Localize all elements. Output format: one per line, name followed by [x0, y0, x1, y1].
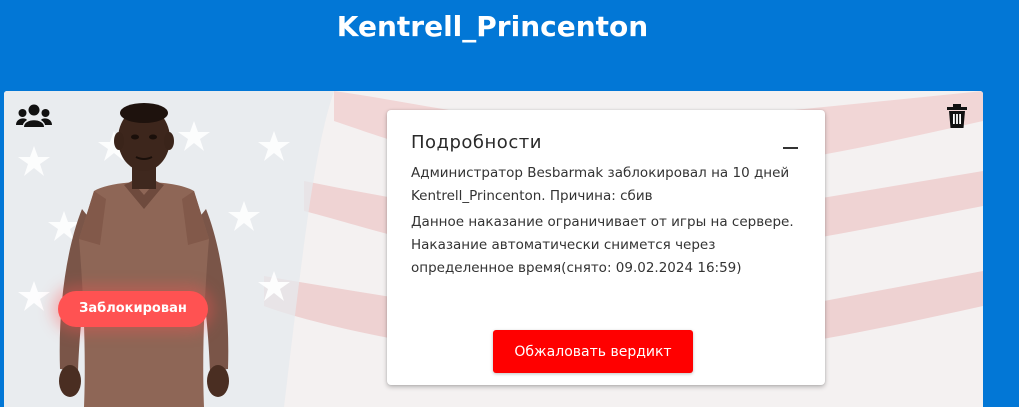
character-avatar: [59, 103, 229, 407]
users-group-icon[interactable]: [16, 103, 52, 129]
ban-note: Данное наказание ограничивает от игры на…: [411, 214, 794, 276]
page: Kentrell_Princenton Заблокирован Подробн…: [0, 0, 1019, 407]
status-badge: Заблокирован: [58, 291, 208, 327]
trash-icon[interactable]: [947, 104, 967, 128]
details-title: Подробности: [411, 132, 542, 153]
profile-card: Заблокирован Подробности Администратор B…: [4, 91, 983, 407]
appeal-button[interactable]: Обжаловать вердикт: [493, 330, 693, 373]
minus-icon[interactable]: [783, 134, 799, 154]
ban-description: Администратор Besbarmak заблокировал на …: [411, 165, 790, 204]
page-title: Kentrell_Princenton: [336, 10, 649, 43]
details-panel: Подробности Администратор Besbarmak забл…: [387, 110, 825, 385]
